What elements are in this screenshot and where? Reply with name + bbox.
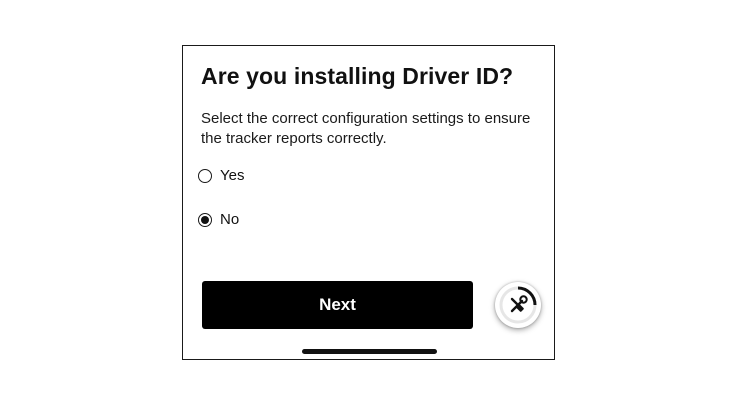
mobile-screen: Are you installing Driver ID? Select the…: [182, 45, 555, 360]
tools-icon: [499, 286, 537, 324]
option-yes-label: Yes: [220, 167, 245, 184]
tools-fab-button[interactable]: [495, 282, 541, 328]
option-yes[interactable]: Yes: [198, 167, 244, 184]
radio-selected-dot: [201, 215, 209, 224]
page-subtitle: Select the correct configuration setting…: [201, 110, 531, 147]
screen-stage: Are you installing Driver ID? Select the…: [0, 0, 740, 409]
page-title: Are you installing Driver ID?: [201, 63, 514, 89]
option-no[interactable]: No: [198, 211, 239, 228]
radio-no[interactable]: [198, 212, 212, 227]
home-indicator[interactable]: [302, 349, 437, 354]
next-button[interactable]: Next: [202, 281, 473, 329]
option-no-label: No: [220, 211, 240, 228]
radio-yes[interactable]: [198, 168, 212, 183]
